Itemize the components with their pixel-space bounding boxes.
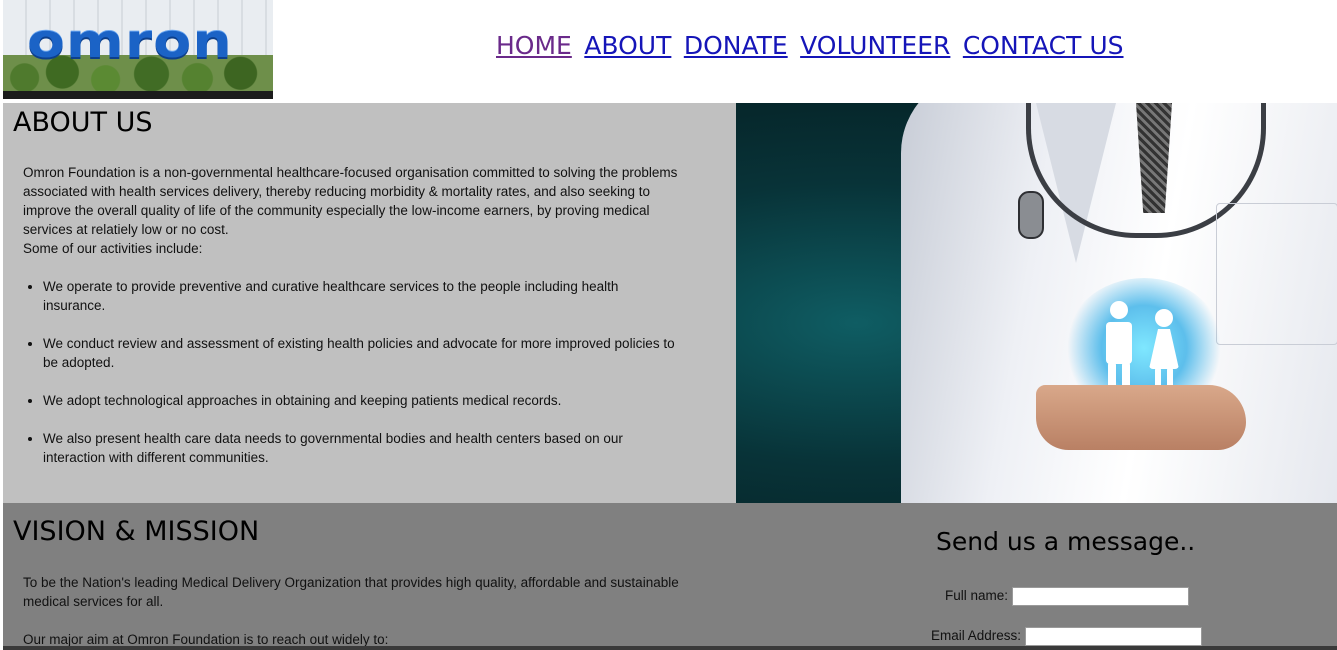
- activity-item: We operate to provide preventive and cur…: [43, 277, 736, 315]
- full-name-input[interactable]: [1012, 587, 1190, 606]
- vision-paragraph-line: medical services for all.: [23, 594, 164, 609]
- activity-line: insurance.: [43, 298, 106, 313]
- activity-line: We adopt technological approaches in obt…: [43, 393, 562, 408]
- email-input[interactable]: [1025, 627, 1203, 646]
- main-nav: HOME ABOUT DONATE VOLUNTEER CONTACT US: [496, 31, 1132, 60]
- about-paragraph-line: associated with health services delivery…: [23, 184, 651, 199]
- activity-line: interaction with different communities.: [43, 450, 269, 465]
- activity-line: We conduct review and assessment of exis…: [43, 336, 675, 351]
- nav-link-volunteer[interactable]: VOLUNTEER: [800, 31, 950, 60]
- full-name-label: Full name:: [945, 588, 1009, 604]
- about-paragraph-line: improve the overall quality of life of t…: [23, 203, 650, 218]
- omron-logo[interactable]: omron: [3, 0, 273, 99]
- vision-paragraph: To be the Nation's leading Medical Deliv…: [23, 573, 753, 611]
- email-row: Email Address:: [931, 627, 1203, 646]
- nav-link-contact-us[interactable]: CONTACT US: [963, 31, 1124, 60]
- about-paragraph-line: Omron Foundation is a non-governmental h…: [23, 165, 678, 180]
- nav-link-donate[interactable]: DONATE: [684, 31, 788, 60]
- activity-line: We also present health care data needs t…: [43, 431, 623, 446]
- site-header: omron HOME ABOUT DONATE VOLUNTEER CONTAC…: [0, 0, 1337, 103]
- email-label: Email Address:: [931, 628, 1022, 644]
- logo-bottom-strip: [3, 91, 273, 99]
- activities-list: We operate to provide preventive and cur…: [23, 277, 736, 486]
- bottom-divider: [3, 646, 1337, 650]
- about-paragraph: Omron Foundation is a non-governmental h…: [23, 163, 736, 258]
- full-name-row: Full name:: [945, 587, 1190, 606]
- activity-item: We conduct review and assessment of exis…: [43, 334, 736, 372]
- contact-form-title: Send us a message..: [936, 527, 1196, 556]
- activity-line: be adopted.: [43, 355, 115, 370]
- vision-heading: VISION & MISSION: [13, 516, 260, 547]
- about-section: ABOUT US Omron Foundation is a non-gover…: [3, 103, 736, 503]
- vision-mission-section: VISION & MISSION To be the Nation's lead…: [3, 503, 1337, 650]
- doctor-hand: [1036, 385, 1246, 450]
- logo-wordmark: omron: [27, 14, 233, 68]
- stethoscope-chestpiece: [1018, 191, 1044, 239]
- about-paragraph-line: services at relatiely low or no cost.: [23, 222, 229, 237]
- nav-link-home[interactable]: HOME: [496, 31, 572, 60]
- about-heading: ABOUT US: [13, 107, 153, 138]
- activity-item: We adopt technological approaches in obt…: [43, 391, 736, 410]
- activity-item: We also present health care data needs t…: [43, 429, 736, 467]
- activity-line: We operate to provide preventive and cur…: [43, 279, 619, 294]
- nav-link-about[interactable]: ABOUT: [584, 31, 671, 60]
- activities-intro: Some of our activities include:: [23, 241, 203, 256]
- doctor-hero-image: [736, 103, 1337, 503]
- coat-pocket: [1216, 203, 1337, 345]
- vision-paragraph-line: To be the Nation's leading Medical Deliv…: [23, 575, 679, 590]
